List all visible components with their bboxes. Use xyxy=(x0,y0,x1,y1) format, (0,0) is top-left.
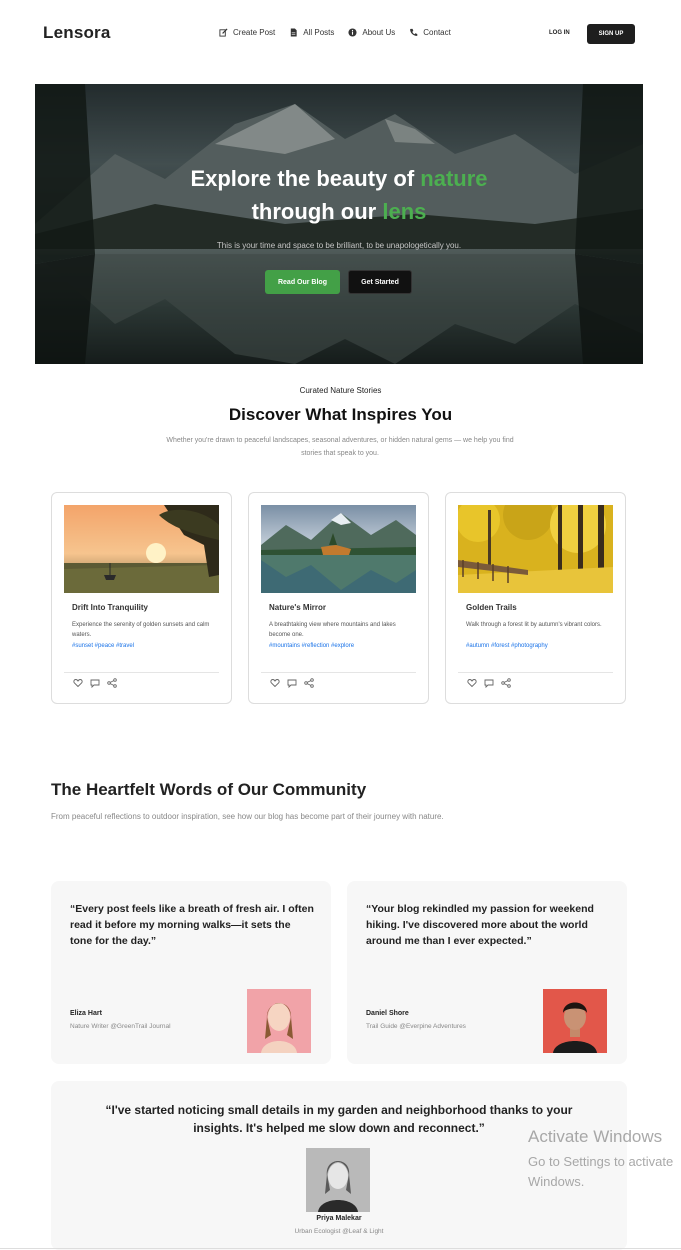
section-kicker: Curated Nature Stories xyxy=(299,386,382,395)
section-subtitle: Whether you're drawn to peaceful landsca… xyxy=(166,437,514,457)
hero-subtitle: This is your time and space to be brilli… xyxy=(216,241,462,250)
hero-buttons: Read Our Blog Get Started xyxy=(265,270,412,294)
avatar xyxy=(543,989,607,1053)
testimonial-role: Nature Writer @GreenTrail Journal xyxy=(70,1023,171,1030)
top-nav: Lensora Create Post All Posts About Us C… xyxy=(0,0,681,68)
card-title[interactable]: Drift Into Tranquility xyxy=(72,603,148,612)
card-image-sunset[interactable] xyxy=(64,505,219,593)
nav-link-label: Create Post xyxy=(233,28,276,37)
nav-link-label: Contact xyxy=(423,28,451,37)
testimonial-quote: “Every post feels like a breath of fresh… xyxy=(70,903,314,947)
heart-icon[interactable] xyxy=(73,678,83,688)
document-icon xyxy=(291,28,297,37)
community-subtitle: From peaceful reflections to outdoor ins… xyxy=(51,812,444,821)
testimonial-name: Eliza Hart xyxy=(70,1010,102,1017)
card-description: A breathtaking view where mountains and … xyxy=(269,622,396,638)
nav-link-all-posts[interactable]: All Posts xyxy=(289,28,334,37)
nav-links: Create Post All Posts About Us Contact xyxy=(219,28,451,37)
testimonial-name: Priya Malekar xyxy=(316,1215,362,1222)
hero-title-part2: through our xyxy=(251,199,383,224)
card-divider xyxy=(64,672,219,673)
page-bottom-divider xyxy=(0,1248,681,1249)
story-cards: Drift Into Tranquility Experience the se… xyxy=(51,492,626,704)
get-started-button[interactable]: Get Started xyxy=(348,270,412,294)
read-blog-button[interactable]: Read Our Blog xyxy=(265,270,340,294)
site-logo[interactable]: Lensora xyxy=(43,23,111,43)
card-image-mountains[interactable] xyxy=(261,505,416,593)
testimonial-quote: “I've started noticing small details in … xyxy=(105,1103,573,1135)
story-card[interactable]: Nature's Mirror A breathtaking view wher… xyxy=(248,492,429,704)
card-title[interactable]: Nature's Mirror xyxy=(269,603,326,612)
phone-icon xyxy=(410,28,418,36)
testimonial-quote: “Your blog rekindled my passion for week… xyxy=(366,903,594,947)
avatar xyxy=(247,989,311,1053)
nav-link-about-us[interactable]: About Us xyxy=(348,28,395,37)
testimonial-card: “Your blog rekindled my passion for week… xyxy=(347,881,627,1064)
story-card[interactable]: Golden Trails Walk through a forest lit … xyxy=(445,492,626,704)
activation-watermark-line: Go to Settings to activate xyxy=(528,1154,674,1169)
card-tags[interactable]: #mountains #reflection #explore xyxy=(269,643,354,649)
nav-link-create-post[interactable]: Create Post xyxy=(219,28,275,37)
hero-title-accent1: nature xyxy=(420,166,488,191)
info-icon xyxy=(348,28,357,37)
share-icon[interactable] xyxy=(107,678,117,688)
hero-title: Explore the beauty of nature through our… xyxy=(35,162,643,228)
community-title: The Heartfelt Words of Our Community xyxy=(51,780,367,799)
hero-banner: Explore the beauty of nature through our… xyxy=(35,84,643,364)
section-title: Discover What Inspires You xyxy=(228,405,453,424)
nav-link-contact[interactable]: Contact xyxy=(409,28,451,37)
hero-title-accent2: lens xyxy=(382,199,427,224)
comment-icon[interactable] xyxy=(287,678,297,688)
card-tags[interactable]: #sunset #peace #travel xyxy=(72,643,134,649)
testimonial-role: Urban Ecologist @Leaf & Light xyxy=(294,1228,384,1235)
card-tags[interactable]: #autumn #forest #photography xyxy=(466,643,548,649)
signup-button[interactable]: SIGN UP xyxy=(587,24,635,44)
card-actions xyxy=(270,678,314,688)
activation-watermark-title: Activate Windows xyxy=(528,1127,663,1146)
card-title[interactable]: Golden Trails xyxy=(466,603,517,612)
story-card[interactable]: Drift Into Tranquility Experience the se… xyxy=(51,492,232,704)
nav-link-label: All Posts xyxy=(303,28,335,37)
heart-icon[interactable] xyxy=(270,678,280,688)
testimonial-role: Trail Guide @Everpine Adventures xyxy=(366,1023,466,1030)
card-description: Experience the serenity of golden sunset… xyxy=(72,622,210,638)
testimonial-card: “Every post feels like a breath of fresh… xyxy=(51,881,331,1064)
share-icon[interactable] xyxy=(501,678,511,688)
edit-icon xyxy=(219,28,228,37)
card-divider xyxy=(261,672,416,673)
card-actions xyxy=(467,678,511,688)
activation-watermark-text: Go to Settings to activate Windows. xyxy=(528,1152,673,1192)
share-icon[interactable] xyxy=(304,678,314,688)
card-image-autumn[interactable] xyxy=(458,505,613,593)
nav-link-label: About Us xyxy=(362,28,396,37)
card-actions xyxy=(73,678,117,688)
testimonial-name: Daniel Shore xyxy=(366,1010,409,1017)
comment-icon[interactable] xyxy=(484,678,494,688)
card-divider xyxy=(458,672,613,673)
comment-icon[interactable] xyxy=(90,678,100,688)
login-button[interactable]: LOG IN xyxy=(549,30,570,36)
hero-title-part1: Explore the beauty of xyxy=(190,166,421,191)
heart-icon[interactable] xyxy=(467,678,477,688)
card-description: Walk through a forest lit by autumn's vi… xyxy=(466,622,602,628)
avatar xyxy=(306,1148,370,1212)
activation-watermark-line: Windows. xyxy=(528,1174,585,1189)
